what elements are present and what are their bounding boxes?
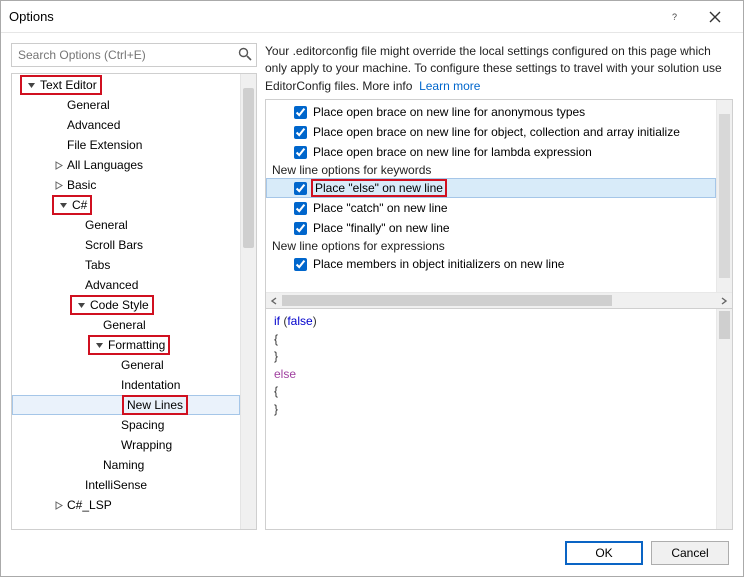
- tree-naming[interactable]: Naming: [12, 455, 240, 475]
- tree-scroll-bars[interactable]: Scroll Bars: [12, 235, 240, 255]
- tree-intellisense[interactable]: IntelliSense: [12, 475, 240, 495]
- opt-brace-anonymous[interactable]: Place open brace on new line for anonymo…: [266, 102, 716, 122]
- chevron-down-icon: [25, 79, 37, 91]
- dialog-footer: OK Cancel: [1, 530, 743, 576]
- tree-general[interactable]: General: [12, 95, 240, 115]
- group-expressions: New line options for expressions: [266, 238, 716, 254]
- tree-all-languages[interactable]: All Languages: [12, 155, 240, 175]
- titlebar: Options ?: [1, 1, 743, 33]
- tree-file-extension[interactable]: File Extension: [12, 135, 240, 155]
- learn-more-link[interactable]: Learn more: [419, 79, 480, 93]
- left-pane: Text Editor General Advanced File Extens…: [11, 43, 257, 530]
- tree-formatting-general[interactable]: General: [12, 355, 240, 375]
- tree-code-style[interactable]: Code Style: [12, 295, 240, 315]
- ok-button[interactable]: OK: [565, 541, 643, 565]
- search-input[interactable]: [11, 43, 257, 67]
- checkbox[interactable]: [294, 106, 307, 119]
- tree-new-lines[interactable]: New Lines: [12, 395, 240, 415]
- close-button[interactable]: [695, 2, 735, 32]
- tree-formatting[interactable]: Formatting: [12, 335, 240, 355]
- help-button[interactable]: ?: [655, 2, 695, 32]
- checkbox[interactable]: [294, 146, 307, 159]
- chevron-right-icon: [52, 499, 64, 511]
- checkbox[interactable]: [294, 126, 307, 139]
- opt-brace-lambda[interactable]: Place open brace on new line for lambda …: [266, 142, 716, 162]
- chevron-down-icon: [93, 339, 105, 351]
- tree-text-editor[interactable]: Text Editor: [12, 75, 240, 95]
- chevron-right-icon: [52, 159, 64, 171]
- tree-csharp[interactable]: C#: [12, 195, 240, 215]
- window-title: Options: [9, 9, 655, 24]
- tree-csharp-lsp[interactable]: C#_LSP: [12, 495, 240, 515]
- tree-csharp-advanced[interactable]: Advanced: [12, 275, 240, 295]
- checkbox[interactable]: [294, 202, 307, 215]
- cancel-button[interactable]: Cancel: [651, 541, 729, 565]
- checkbox[interactable]: [294, 258, 307, 271]
- scroll-left-icon[interactable]: [266, 293, 282, 309]
- opt-members-newline[interactable]: Place members in object initializers on …: [266, 254, 716, 274]
- tree-codestyle-general[interactable]: General: [12, 315, 240, 335]
- svg-text:?: ?: [672, 12, 677, 22]
- options-hscrollbar[interactable]: [266, 292, 732, 308]
- checkbox[interactable]: [294, 182, 307, 195]
- preview-scrollbar[interactable]: [716, 309, 732, 529]
- tree-spacing[interactable]: Spacing: [12, 415, 240, 435]
- chevron-down-icon: [57, 199, 69, 211]
- chevron-right-icon: [52, 179, 64, 191]
- opt-catch-newline[interactable]: Place "catch" on new line: [266, 198, 716, 218]
- info-text: Your .editorconfig file might override t…: [265, 43, 733, 95]
- tree-indentation[interactable]: Indentation: [12, 375, 240, 395]
- tree-tabs[interactable]: Tabs: [12, 255, 240, 275]
- tree-csharp-general[interactable]: General: [12, 215, 240, 235]
- checkbox[interactable]: [294, 222, 307, 235]
- scroll-right-icon[interactable]: [716, 293, 732, 309]
- opt-brace-object[interactable]: Place open brace on new line for object,…: [266, 122, 716, 142]
- code-preview: if (false) { } else { }: [266, 309, 716, 529]
- tree-wrapping[interactable]: Wrapping: [12, 435, 240, 455]
- tree-scrollbar[interactable]: [240, 74, 256, 529]
- search-icon: [238, 47, 252, 64]
- chevron-down-icon: [75, 299, 87, 311]
- tree-basic[interactable]: Basic: [12, 175, 240, 195]
- opt-finally-newline[interactable]: Place "finally" on new line: [266, 218, 716, 238]
- options-tree[interactable]: Text Editor General Advanced File Extens…: [12, 74, 240, 529]
- options-vscrollbar[interactable]: [716, 100, 732, 292]
- opt-else-newline[interactable]: Place "else" on new line: [266, 178, 716, 198]
- right-pane: Your .editorconfig file might override t…: [265, 43, 733, 530]
- group-keywords: New line options for keywords: [266, 162, 716, 178]
- tree-advanced[interactable]: Advanced: [12, 115, 240, 135]
